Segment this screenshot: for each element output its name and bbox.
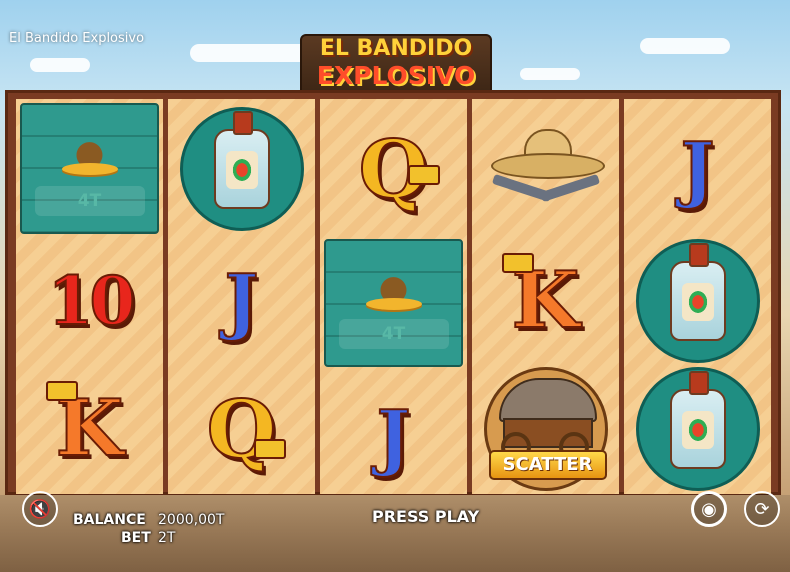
cloud [190, 44, 310, 62]
balance-value: 2000,00T [158, 512, 225, 528]
scatter-label: SCATTER [488, 449, 607, 480]
window-title: El Bandido Explosivo [9, 31, 145, 46]
reel-4: K SCATTER [472, 99, 619, 494]
logo-line-1: EL BANDIDO [319, 36, 473, 61]
reel-1: ● 4T 10 K [16, 99, 163, 494]
crown-icon [502, 253, 534, 273]
symbol-bottle [624, 363, 771, 494]
bottle-badge [635, 366, 760, 491]
settings-button[interactable]: ◉ [691, 491, 727, 527]
balance-label: BALANCE [73, 512, 146, 528]
reel-grid: ● 4T 10 K J Q Q ● 4T J K SCATTER J [5, 90, 781, 495]
scatter-badge: SCATTER [483, 366, 608, 491]
tequila-bottle-icon [213, 110, 270, 209]
symbol-jack: J [320, 371, 467, 502]
gold-coins-icon [61, 163, 118, 176]
jack-symbol-label: J [223, 257, 259, 343]
logo-line-2: EXPLOSIVO [316, 61, 476, 90]
symbol-queen: Q [168, 363, 315, 494]
ten-symbol-label: 10 [47, 261, 137, 340]
tequila-bottle-icon [669, 370, 726, 469]
sombrero-pistols-icon [486, 121, 606, 216]
cloud [30, 58, 90, 72]
wagon-cover [498, 377, 597, 422]
symbol-scatter: SCATTER [472, 363, 619, 494]
tequila-bottle-icon [669, 242, 726, 341]
symbol-ten: 10 [16, 235, 163, 366]
reel-3: Q ● 4T J [320, 99, 467, 494]
speaker-muted-icon: 🔇 [28, 498, 52, 520]
crown-icon [254, 439, 286, 459]
symbol-jack: J [624, 103, 771, 234]
king-symbol-label: K [511, 254, 581, 346]
money-symbol: ● 4T [20, 103, 159, 234]
money-value: 4T [34, 186, 145, 216]
autoplay-button[interactable]: ⟳ [744, 491, 780, 527]
symbol-king: K [16, 363, 163, 494]
king-symbol-label: K [55, 382, 125, 474]
bottle-badge [635, 238, 760, 363]
crown-icon [46, 381, 78, 401]
money-symbol: ● 4T [324, 239, 463, 367]
symbol-king: K [472, 235, 619, 366]
symbol-bottle [624, 235, 771, 366]
covered-wagon-icon: SCATTER [487, 370, 607, 488]
money-value: 4T [338, 319, 449, 349]
symbol-sombrero [472, 103, 619, 234]
reel-5: J [624, 99, 771, 494]
crown-icon [408, 165, 440, 185]
symbol-queen: Q [320, 103, 467, 234]
bottle-badge [179, 106, 304, 231]
reel-2: J Q [168, 99, 315, 494]
spin-arrows-icon: ⟳ [754, 498, 770, 520]
sombrero-brim [490, 153, 605, 179]
sound-toggle-button[interactable]: 🔇 [22, 491, 58, 527]
gold-coins-icon [365, 298, 422, 311]
jack-symbol-label: J [375, 393, 411, 479]
bet-label: BET [121, 530, 151, 546]
symbol-jack: J [168, 235, 315, 366]
cloud [640, 38, 730, 54]
press-play-prompt[interactable]: PRESS PLAY [372, 507, 479, 526]
chip-icon: ◉ [701, 498, 717, 520]
bet-value: 2T [158, 530, 176, 546]
hud-bar: 🔇 BALANCE 2000,00T BET 2T PRESS PLAY ◉ ⟳ [0, 491, 790, 572]
jack-symbol-label: J [679, 125, 715, 211]
cloud [520, 68, 580, 80]
symbol-bottle [168, 103, 315, 234]
